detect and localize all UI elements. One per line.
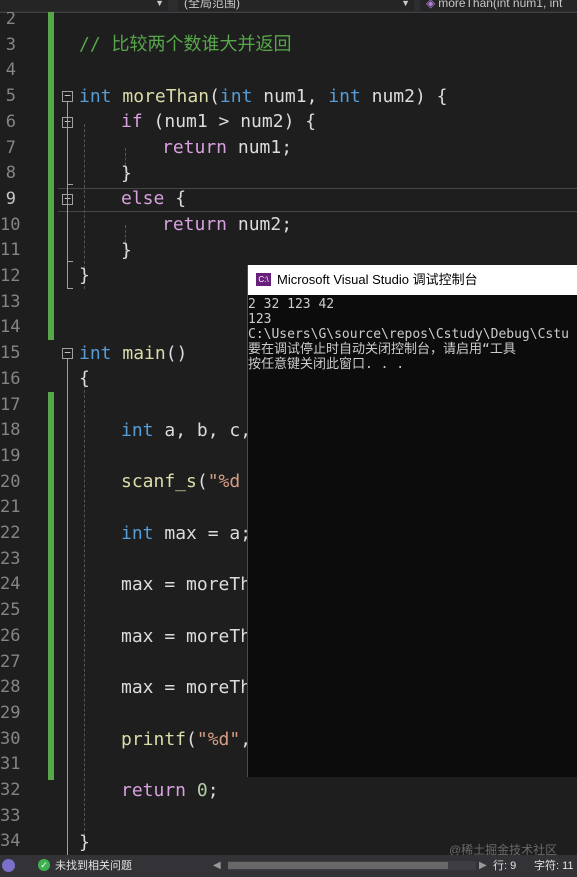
- console-line: C:\Users\G\source\repos\Cstudy\Debug\Cst…: [248, 327, 569, 342]
- copilot-icon[interactable]: [2, 859, 15, 872]
- scope-dropdown[interactable]: (全局范围) ▼: [178, 0, 414, 11]
- line-indicator[interactable]: 行: 9: [493, 855, 516, 877]
- issues-status-text[interactable]: 未找到相关问题: [55, 855, 132, 877]
- line-number: 28: [0, 677, 21, 698]
- status-bar: ✓ 未找到相关问题 ◀ ▶ 行: 9 字符: 11: [0, 855, 577, 877]
- line-number: 33: [0, 805, 21, 826]
- horizontal-scrollbar[interactable]: [228, 861, 476, 870]
- indent-guide: [84, 380, 85, 836]
- line-number: 4: [5, 60, 16, 81]
- code-line: int a, b, c,: [121, 420, 252, 441]
- console-line: 按任意键关闭此窗口. . .: [248, 357, 405, 372]
- fold-line: [67, 261, 73, 262]
- scroll-left-icon[interactable]: ◀: [213, 855, 221, 877]
- cube-icon: ◈: [426, 0, 436, 10]
- line-number: 3: [5, 34, 16, 55]
- console-line: 123: [248, 312, 272, 327]
- fold-line: [67, 359, 68, 855]
- line-number: 21: [0, 497, 21, 518]
- line-number: 34: [0, 831, 21, 852]
- code-line: // 比较两个数谁大并返回: [79, 34, 292, 55]
- line-number: 29: [0, 702, 21, 723]
- console-title-bar[interactable]: C:\ Microsoft Visual Studio 调试控制台: [248, 265, 577, 295]
- line-number: 20: [0, 471, 21, 492]
- line-number: 19: [0, 445, 21, 466]
- line-number: 30: [0, 728, 21, 749]
- scroll-right-icon[interactable]: ▶: [479, 855, 487, 877]
- console-line: 要在调试停止时自动关闭控制台，请启用“工具: [248, 342, 516, 357]
- code-line: max = moreTh: [121, 574, 252, 595]
- line-number: 15: [0, 343, 21, 364]
- line-number: 9: [5, 188, 16, 209]
- code-line: max = moreTh: [121, 626, 252, 647]
- fold-line: [67, 128, 68, 184]
- scrollbar-thumb[interactable]: [228, 862, 448, 869]
- check-circle-icon: ✓: [38, 859, 50, 871]
- code-line: }: [79, 832, 90, 853]
- code-line: }: [79, 265, 90, 286]
- fold-line: [67, 288, 73, 289]
- code-line: }: [121, 163, 132, 184]
- fold-line: [67, 205, 68, 261]
- code-line: return 0;: [121, 780, 219, 801]
- line-number: 22: [0, 523, 21, 543]
- line-number: 16: [0, 368, 21, 389]
- line-number: 24: [0, 574, 21, 595]
- line-number: 31: [0, 754, 21, 775]
- line-number: 6: [5, 111, 16, 132]
- line-number: 5: [5, 86, 16, 107]
- function-dropdown[interactable]: ◈moreThan(int num1, int num2): [420, 0, 577, 11]
- code-line: return num2;: [162, 214, 293, 235]
- line-number: 12: [0, 266, 21, 286]
- code-line: return num1;: [162, 137, 293, 158]
- collapse-icon[interactable]: −: [62, 90, 73, 102]
- line-number: 23: [0, 548, 21, 569]
- code-line: int moreThan(int num1, int num2) {: [79, 86, 448, 107]
- change-indicator: [48, 12, 54, 340]
- code-line: else {: [121, 188, 187, 209]
- chevron-down-icon: ▼: [155, 0, 164, 8]
- column-indicator[interactable]: 字符: 11: [534, 855, 574, 877]
- console-title: Microsoft Visual Studio 调试控制台: [277, 272, 478, 287]
- line-number: 7: [5, 137, 16, 158]
- code-line: max = moreTh: [121, 677, 252, 698]
- change-indicator: [48, 392, 54, 780]
- debug-console-window[interactable]: C:\ Microsoft Visual Studio 调试控制台 2 32 1…: [247, 265, 577, 777]
- line-number: 27: [0, 651, 21, 672]
- line-number: 8: [5, 163, 16, 184]
- line-number: 25: [0, 600, 21, 621]
- code-line: }: [121, 240, 132, 261]
- line-number: 17: [0, 394, 21, 415]
- line-number: 26: [0, 625, 21, 646]
- line-number: 14: [0, 317, 21, 338]
- fold-line: [67, 184, 73, 185]
- line-number: 10: [0, 214, 21, 235]
- line-number: 2: [5, 12, 16, 29]
- code-line: scanf_s("%d: [121, 471, 241, 492]
- scope-dropdown-label: (全局范围): [184, 0, 240, 10]
- console-line: 2 32 123 42: [248, 297, 335, 312]
- console-app-icon: C:\: [256, 273, 271, 286]
- line-number: 32: [0, 780, 21, 800]
- code-line: printf("%d",: [121, 729, 252, 750]
- line-number: 13: [0, 291, 21, 312]
- code-line: int main(): [79, 343, 188, 364]
- console-output: 2 32 123 42 123 C:\Users\G\source\repos\…: [248, 297, 577, 372]
- code-line: {: [79, 368, 90, 389]
- code-line: if (num1 > num2) {: [121, 111, 317, 132]
- line-number: 11: [0, 240, 21, 261]
- code-line: int max = a;: [121, 523, 252, 544]
- line-number: 18: [0, 420, 21, 441]
- project-dropdown[interactable]: ▼: [0, 0, 168, 11]
- collapse-icon[interactable]: −: [62, 347, 73, 359]
- chevron-down-icon: ▼: [401, 0, 410, 8]
